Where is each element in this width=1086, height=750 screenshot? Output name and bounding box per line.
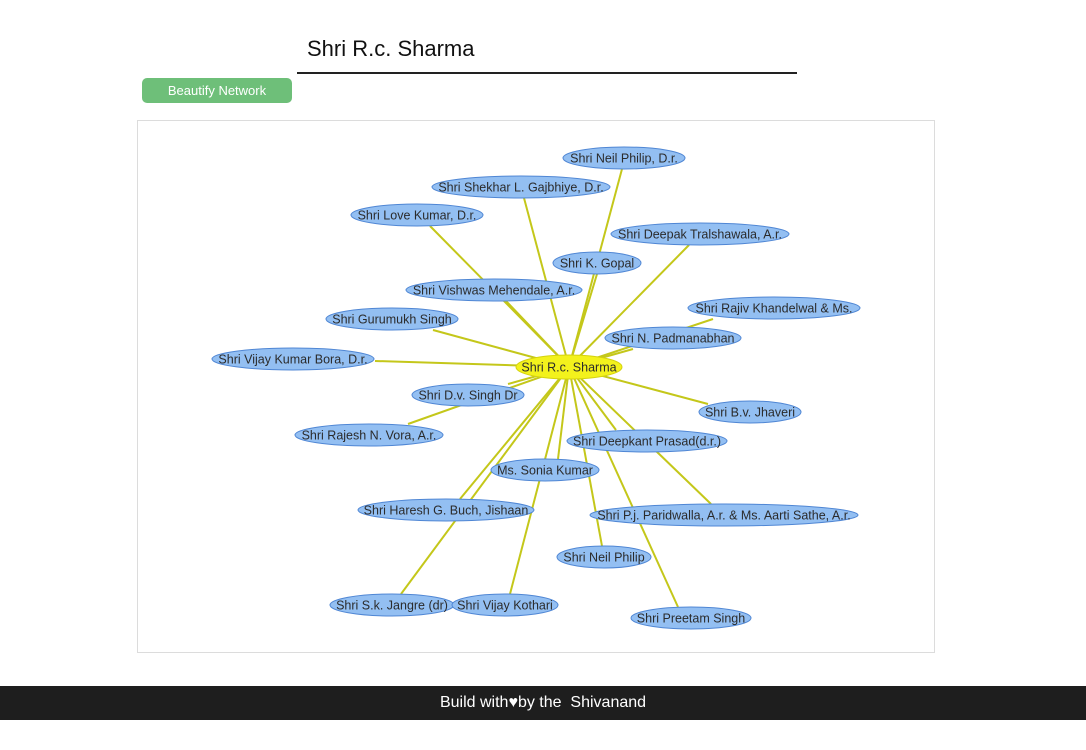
graph-node-n20-label: Shri Vijay Kothari [457, 599, 553, 613]
beautify-network-button[interactable]: Beautify Network [142, 78, 292, 103]
graph-node-n12-label: Shri B.v. Jhaveri [705, 406, 795, 420]
graph-node-n9[interactable]: Shri N. Padmanabhan [604, 326, 742, 350]
graph-node-n14[interactable]: Shri Deepkant Prasad(d.r.) [566, 429, 728, 453]
graph-node-n14-label: Shri Deepkant Prasad(d.r.) [573, 435, 721, 449]
search-field-wrapper [297, 28, 797, 74]
graph-node-n5[interactable]: Shri K. Gopal [552, 251, 642, 275]
graph-node-n6-label: Shri Vishwas Mehendale, A.r. [413, 284, 575, 298]
graph-node-n7[interactable]: Shri Gurumukh Singh [325, 307, 459, 331]
graph-node-n18-label: Shri Neil Philip [563, 551, 644, 565]
graph-node-n13-label: Shri Rajesh N. Vora, A.r. [302, 429, 437, 443]
graph-node-n16[interactable]: Shri Haresh G. Buch, Jishaan [357, 498, 535, 522]
graph-node-n11[interactable]: Shri D.v. Singh Dr [411, 383, 525, 407]
graph-node-n9-label: Shri N. Padmanabhan [612, 332, 735, 346]
graph-node-n6[interactable]: Shri Vishwas Mehendale, A.r. [405, 278, 583, 302]
nodes: Shri Neil Philip, D.r. Shri Shekhar L. Ga… [211, 146, 861, 630]
search-input[interactable] [307, 34, 787, 64]
graph-node-n17[interactable]: Shri P.j. Paridwalla, A.r. & Ms. Aarti S… [589, 503, 859, 527]
graph-node-n18[interactable]: Shri Neil Philip [556, 545, 652, 569]
graph-node-n10-label: Shri Vijay Kumar Bora, D.r. [218, 353, 367, 367]
graph-node-n1[interactable]: Shri Neil Philip, D.r. [562, 146, 686, 170]
edge-n21 [568, 366, 679, 608]
graph-node-n3[interactable]: Shri Love Kumar, D.r. [350, 203, 484, 227]
graph-node-n19[interactable]: Shri S.k. Jangre (dr) [329, 593, 455, 617]
graph-node-n8[interactable]: Shri Rajiv Khandelwal & Ms. [687, 296, 861, 320]
graph-node-n21-label: Shri Preetam Singh [637, 612, 745, 626]
graph-node-n17-label: Shri P.j. Paridwalla, A.r. & Ms. Aarti S… [597, 509, 850, 523]
graph-node-n2[interactable]: Shri Shekhar L. Gajbhiye, D.r. [431, 175, 611, 199]
graph-node-n3-label: Shri Love Kumar, D.r. [358, 209, 477, 223]
graph-node-n20[interactable]: Shri Vijay Kothari [451, 593, 559, 617]
footer: Build with ♥ by the Shivanand [0, 686, 1086, 720]
graph-node-n11-label: Shri D.v. Singh Dr [418, 389, 517, 403]
graph-node-center[interactable]: Shri R.c. Sharma [515, 354, 623, 380]
graph-node-n16-label: Shri Haresh G. Buch, Jishaan [364, 504, 529, 518]
network-graph[interactable]: Shri Neil Philip, D.r. Shri Shekhar L. Ga… [137, 120, 935, 653]
graph-node-n4-label: Shri Deepak Tralshawala, A.r. [618, 228, 782, 242]
graph-node-n13[interactable]: Shri Rajesh N. Vora, A.r. [294, 423, 444, 447]
graph-node-n19-label: Shri S.k. Jangre (dr) [336, 599, 448, 613]
graph-node-n7-label: Shri Gurumukh Singh [332, 313, 452, 327]
heart-icon: ♥ [508, 694, 518, 711]
graph-node-n15[interactable]: Ms. Sonia Kumar [490, 458, 600, 482]
graph-node-n12[interactable]: Shri B.v. Jhaveri [698, 400, 802, 424]
graph-node-n4[interactable]: Shri Deepak Tralshawala, A.r. [610, 222, 790, 246]
footer-suffix: by the Shivanand [517, 694, 647, 711]
graph-node-n21[interactable]: Shri Preetam Singh [630, 606, 752, 630]
graph-node-center-label: Shri R.c. Sharma [521, 361, 616, 375]
graph-node-n15-label: Ms. Sonia Kumar [497, 464, 593, 478]
network-graph-canvas[interactable]: Shri Neil Philip, D.r. Shri Shekhar L. Ga… [138, 121, 936, 654]
graph-node-n2-label: Shri Shekhar L. Gajbhiye, D.r. [438, 181, 603, 195]
graph-node-n5-label: Shri K. Gopal [560, 257, 634, 271]
graph-node-n8-label: Shri Rajiv Khandelwal & Ms. [695, 302, 852, 316]
footer-prefix: Build with [439, 694, 509, 711]
graph-node-n1-label: Shri Neil Philip, D.r. [570, 152, 678, 166]
graph-node-n10[interactable]: Shri Vijay Kumar Bora, D.r. [211, 347, 375, 371]
